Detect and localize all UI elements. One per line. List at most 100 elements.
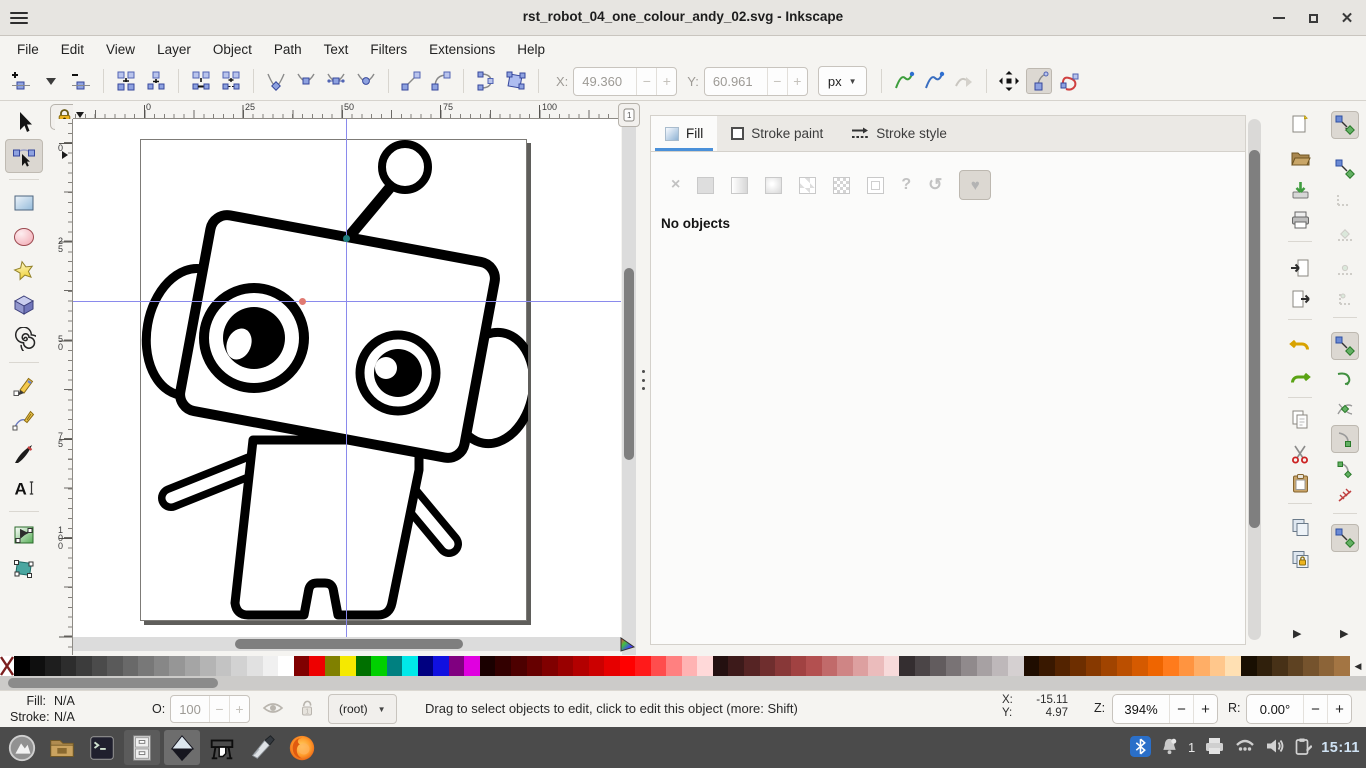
palette-swatch[interactable] (1148, 656, 1164, 676)
palette-swatch[interactable] (1334, 656, 1350, 676)
palette-swatch[interactable] (558, 656, 574, 676)
maximize-button[interactable] (1302, 8, 1324, 28)
pencil-tool-button[interactable] (5, 369, 43, 403)
save-document-icon[interactable] (1286, 176, 1314, 204)
menu-item[interactable]: Filters (359, 39, 418, 60)
fill-value[interactable]: N/A (54, 694, 94, 708)
palette-swatch[interactable] (1210, 656, 1226, 676)
palette-swatch[interactable] (511, 656, 527, 676)
palette-swatch[interactable] (45, 656, 61, 676)
palette-swatch[interactable] (744, 656, 760, 676)
unknown-paint-button[interactable]: ? (901, 176, 911, 194)
snap-smooth-nodes-icon[interactable] (1331, 455, 1359, 483)
palette-swatch[interactable] (1179, 656, 1195, 676)
palette-scroll-left-icon[interactable]: ◀ (1350, 656, 1366, 676)
path-node-dot[interactable] (343, 235, 350, 242)
panel-splitter-handle[interactable] (640, 368, 646, 392)
palette-swatch[interactable] (1055, 656, 1071, 676)
panel-scrollbar[interactable] (1248, 119, 1261, 640)
y-increment-button[interactable]: + (787, 68, 807, 95)
palette-swatch[interactable] (1225, 656, 1241, 676)
opacity-decrement-button[interactable]: − (209, 696, 229, 722)
palette-swatch[interactable] (1257, 656, 1273, 676)
palette-swatch[interactable] (977, 656, 993, 676)
palette-swatch[interactable] (30, 656, 46, 676)
taskbar-file-manager-icon[interactable] (44, 730, 80, 765)
palette-swatch[interactable] (542, 656, 558, 676)
show-transform-handles-icon[interactable] (996, 68, 1022, 94)
menu-item[interactable]: View (95, 39, 146, 60)
no-color-swatch[interactable] (0, 656, 14, 676)
undo-icon[interactable] (1286, 330, 1314, 358)
palette-swatch[interactable] (915, 656, 931, 676)
palette-swatch[interactable] (760, 656, 776, 676)
bluetooth-icon[interactable] (1130, 736, 1151, 760)
node-smooth-icon[interactable] (293, 68, 319, 94)
taskbar-inkscape-icon[interactable] (164, 730, 200, 765)
palette-swatch[interactable] (247, 656, 263, 676)
palette-swatch[interactable] (356, 656, 372, 676)
palette-swatch[interactable] (387, 656, 403, 676)
palette-swatch[interactable] (651, 656, 667, 676)
stroke-to-path-icon[interactable] (503, 68, 529, 94)
palette-swatch[interactable] (1070, 656, 1086, 676)
selector-tool-button[interactable] (5, 105, 43, 139)
palette-swatch[interactable] (1008, 656, 1024, 676)
palette-swatch[interactable] (371, 656, 387, 676)
pattern-button[interactable] (799, 177, 816, 194)
palette-swatch[interactable] (294, 656, 310, 676)
edit-clip-path-icon[interactable] (891, 68, 917, 94)
snap-bbox-edge-midpoints-icon[interactable] (1331, 254, 1359, 282)
swatch-button[interactable] (867, 177, 884, 194)
palette-swatch[interactable] (1132, 656, 1148, 676)
palette-swatch[interactable] (433, 656, 449, 676)
palette-swatch[interactable] (728, 656, 744, 676)
pen-tool-button[interactable] (5, 403, 43, 437)
vertical-guide[interactable] (346, 119, 347, 637)
join-nodes-icon[interactable] (143, 68, 169, 94)
palette-swatch[interactable] (1241, 656, 1257, 676)
palette-swatch[interactable] (76, 656, 92, 676)
mesh-gradient-tool-button[interactable] (5, 552, 43, 586)
palette-swatch[interactable] (589, 656, 605, 676)
show-bezier-handles-icon[interactable] (1026, 68, 1052, 94)
palette-swatch[interactable] (340, 656, 356, 676)
object-to-path-icon[interactable] (473, 68, 499, 94)
text-tool-button[interactable]: A (5, 471, 43, 505)
export-icon[interactable] (1286, 285, 1314, 313)
palette-swatch[interactable] (961, 656, 977, 676)
palette-swatch[interactable] (635, 656, 651, 676)
horizontal-scrollbar[interactable] (73, 637, 621, 651)
vertical-scrollbar[interactable] (622, 119, 636, 655)
palette-swatch[interactable] (92, 656, 108, 676)
palette-swatch[interactable] (231, 656, 247, 676)
palette-swatch[interactable] (837, 656, 853, 676)
y-coordinate-value[interactable]: 60.961 (705, 74, 767, 89)
palette-swatch[interactable] (1117, 656, 1133, 676)
x-coordinate-field[interactable]: 49.360 − + (573, 67, 677, 96)
layer-lock-icon[interactable]: 1 (298, 699, 316, 721)
commands-bar-expand-arrow[interactable]: ▶ (1293, 627, 1301, 640)
palette-swatch[interactable] (868, 656, 884, 676)
stroke-value[interactable]: N/A (54, 710, 94, 724)
tab-stroke-paint[interactable]: Stroke paint (717, 116, 837, 151)
notifications-bell-icon[interactable] (1160, 737, 1179, 759)
palette-swatch[interactable] (791, 656, 807, 676)
palette-swatch[interactable] (1086, 656, 1102, 676)
break-path-icon[interactable] (113, 68, 139, 94)
palette-swatch[interactable] (946, 656, 962, 676)
rotation-increment-button[interactable]: + (1327, 695, 1351, 723)
delete-node-icon[interactable] (68, 68, 94, 94)
create-clone-icon[interactable] (1286, 545, 1314, 573)
insert-node-options-icon[interactable] (38, 68, 64, 94)
taskbar-plotter-icon[interactable] (204, 730, 240, 765)
palette-swatch[interactable] (278, 656, 294, 676)
palette-swatch[interactable] (527, 656, 543, 676)
segment-line-icon[interactable] (398, 68, 424, 94)
horizontal-ruler[interactable]: 0 25 50 75 100 (73, 101, 621, 119)
taskbar-archive-manager-icon[interactable] (124, 730, 160, 765)
menu-item[interactable]: Help (506, 39, 556, 60)
layer-visibility-icon[interactable] (262, 699, 284, 720)
star-tool-button[interactable] (5, 254, 43, 288)
palette-swatch[interactable] (1303, 656, 1319, 676)
